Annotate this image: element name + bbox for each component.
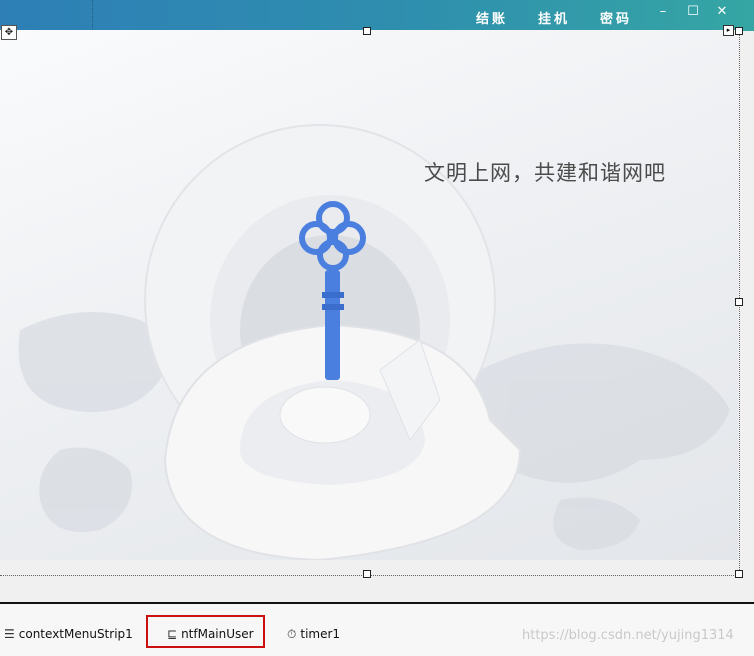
designer-guide-line xyxy=(92,0,93,31)
menu-password[interactable]: 密码 xyxy=(600,8,632,27)
resize-handle-top[interactable] xyxy=(363,27,371,35)
designer-form-frame xyxy=(0,30,740,576)
context-menu-icon: ☰ xyxy=(4,627,15,641)
resize-handle-bottom[interactable] xyxy=(363,570,371,578)
smart-tag-icon[interactable]: ▸ xyxy=(723,25,734,36)
timer-icon: ⏱ xyxy=(287,626,297,641)
maximize-button[interactable]: ☐ xyxy=(682,3,704,21)
menu-hangup[interactable]: 挂机 xyxy=(538,8,570,27)
tray-item-label: contextMenuStrip1 xyxy=(18,627,133,641)
close-button[interactable]: ✕ xyxy=(711,3,733,21)
move-handle-icon[interactable]: ✥ xyxy=(1,25,17,40)
menu-checkout[interactable]: 结账 xyxy=(476,8,508,27)
tray-item-timer[interactable]: ⏱ timer1 xyxy=(287,622,340,646)
title-bar: 结账 挂机 密码 – ☐ ✕ xyxy=(0,0,754,31)
tray-item-context-menu[interactable]: ☰ contextMenuStrip1 xyxy=(4,622,133,646)
tray-item-label: timer1 xyxy=(300,627,341,641)
resize-handle-top-right[interactable] xyxy=(735,27,743,35)
minimize-button[interactable]: – xyxy=(652,3,674,21)
resize-handle-bottom-right[interactable] xyxy=(735,570,743,578)
resize-handle-right[interactable] xyxy=(735,298,743,306)
watermark: https://blog.csdn.net/yujing1314 xyxy=(522,628,734,643)
selection-outline xyxy=(146,615,265,648)
